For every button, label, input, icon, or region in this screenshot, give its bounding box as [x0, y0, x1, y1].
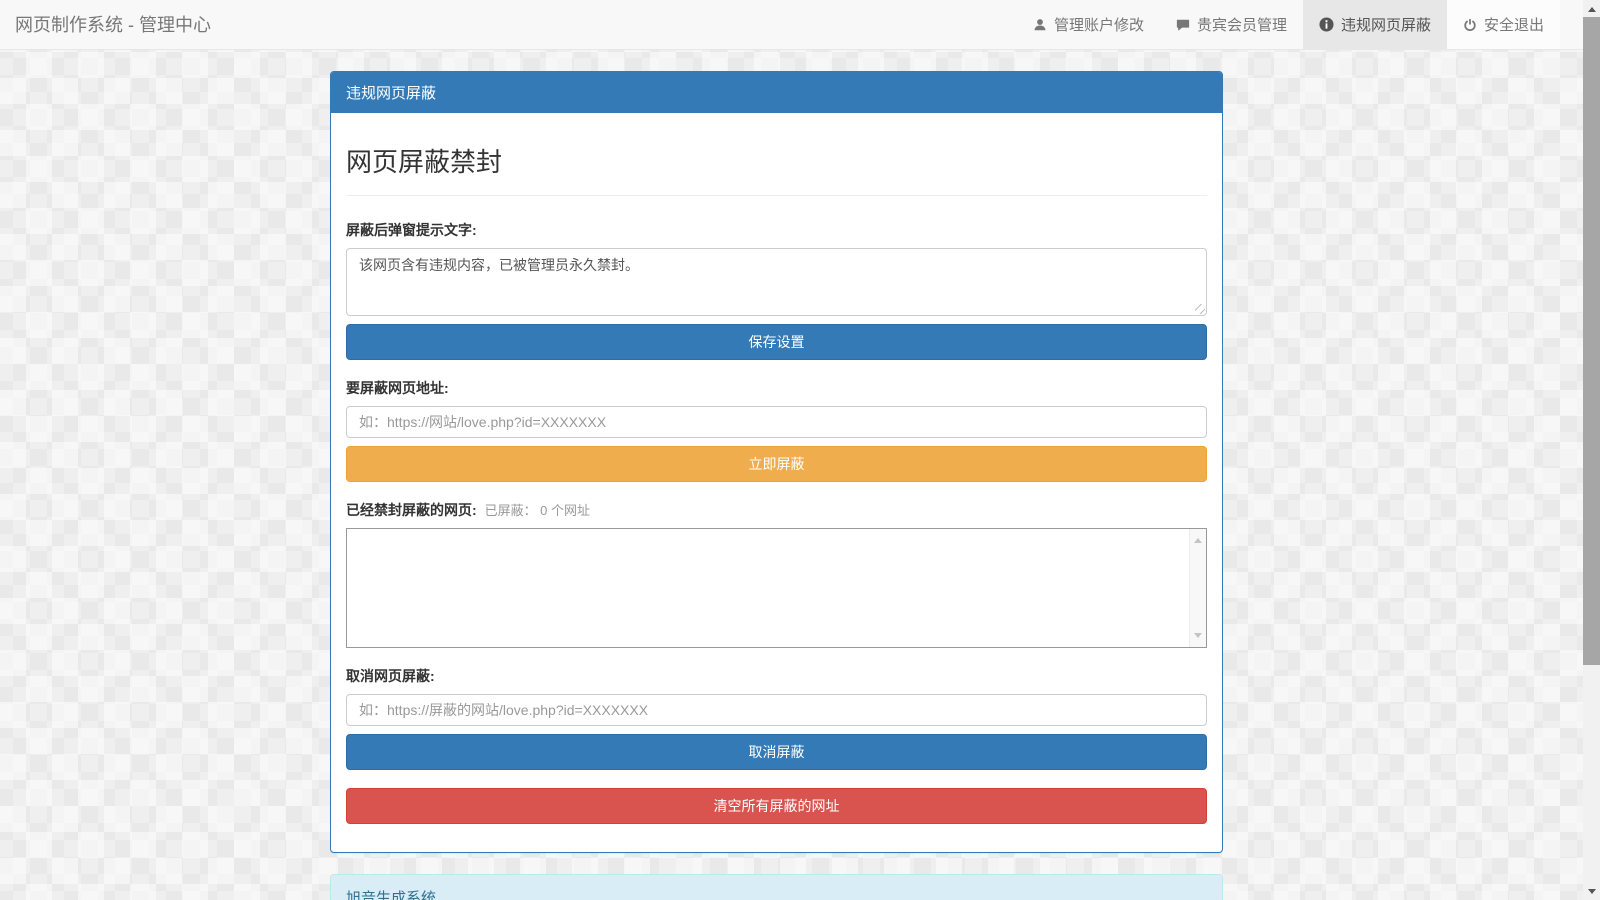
- app-title: 网页制作系统 - 管理中心: [0, 0, 226, 49]
- blocked-list-textarea[interactable]: [347, 529, 1189, 647]
- scroll-up-button[interactable]: [1583, 0, 1600, 17]
- title-divider: [346, 195, 1207, 196]
- info-circle-icon: [1319, 17, 1334, 32]
- nav-item-label: 安全退出: [1484, 14, 1544, 35]
- unblock-url-input[interactable]: [346, 694, 1207, 726]
- scroll-up-arrow-icon: [1588, 3, 1596, 12]
- comment-icon: [1176, 18, 1190, 32]
- clear-all-button[interactable]: 清空所有屏蔽的网址: [346, 788, 1207, 824]
- top-navbar: 网页制作系统 - 管理中心 管理账户修改 贵宾会员管理 违规网页屏蔽 安全退出: [0, 0, 1600, 50]
- scroll-up-arrow-icon: [1194, 534, 1202, 543]
- xuyin-generator-panel: 旭音生成系统: [330, 874, 1223, 900]
- scroll-down-arrow-icon: [1194, 633, 1202, 642]
- blocked-list-scrollbar[interactable]: [1189, 529, 1206, 647]
- info-panel-heading: 旭音生成系统: [331, 875, 1222, 900]
- save-settings-button[interactable]: 保存设置: [346, 324, 1207, 360]
- navbar-menu: 管理账户修改 贵宾会员管理 违规网页屏蔽 安全退出: [1017, 0, 1560, 49]
- block-url-input[interactable]: [346, 406, 1207, 438]
- nav-item-vip-management[interactable]: 贵宾会员管理: [1160, 0, 1303, 49]
- nav-item-illegal-page-block[interactable]: 违规网页屏蔽: [1303, 0, 1447, 49]
- main-content: 违规网页屏蔽 网页屏蔽禁封 屏蔽后弹窗提示文字: 该网页含有违规内容，已被管理员…: [330, 50, 1223, 900]
- scrollbar-thumb[interactable]: [1583, 17, 1600, 665]
- unblock-label: 取消网页屏蔽:: [346, 666, 1207, 686]
- window-scrollbar[interactable]: [1583, 0, 1600, 900]
- panel-body: 网页屏蔽禁封 屏蔽后弹窗提示文字: 该网页含有违规内容，已被管理员永久禁封。 保…: [331, 113, 1222, 852]
- scroll-down-arrow-icon: [1588, 889, 1596, 898]
- panel-heading: 违规网页屏蔽: [331, 72, 1222, 113]
- unblock-button[interactable]: 取消屏蔽: [346, 734, 1207, 770]
- resize-grip[interactable]: [1195, 304, 1205, 314]
- blocked-count: 已屏蔽： 0 个网址: [485, 503, 590, 518]
- nav-item-account-edit[interactable]: 管理账户修改: [1017, 0, 1160, 49]
- popup-text-wrapper: 该网页含有违规内容，已被管理员永久禁封。: [346, 248, 1207, 316]
- popup-text-input[interactable]: 该网页含有违规内容，已被管理员永久禁封。: [346, 248, 1207, 316]
- user-icon: [1033, 18, 1047, 32]
- popup-text-label: 屏蔽后弹窗提示文字:: [346, 220, 1207, 240]
- blocked-list-label: 已经禁封屏蔽的网页: 已屏蔽： 0 个网址: [346, 500, 1207, 520]
- nav-item-label: 管理账户修改: [1054, 14, 1144, 35]
- blocked-list-box: [346, 528, 1207, 648]
- block-url-label: 要屏蔽网页地址:: [346, 378, 1207, 398]
- power-icon: [1463, 18, 1477, 32]
- illegal-page-block-panel: 违规网页屏蔽 网页屏蔽禁封 屏蔽后弹窗提示文字: 该网页含有违规内容，已被管理员…: [330, 71, 1223, 853]
- nav-item-label: 贵宾会员管理: [1197, 14, 1287, 35]
- page-title: 网页屏蔽禁封: [346, 142, 1207, 179]
- block-now-button[interactable]: 立即屏蔽: [346, 446, 1207, 482]
- blocked-list-label-text: 已经禁封屏蔽的网页:: [346, 502, 477, 518]
- scroll-down-button[interactable]: [1583, 883, 1600, 900]
- nav-item-label: 违规网页屏蔽: [1341, 14, 1431, 35]
- nav-item-logout[interactable]: 安全退出: [1447, 0, 1560, 49]
